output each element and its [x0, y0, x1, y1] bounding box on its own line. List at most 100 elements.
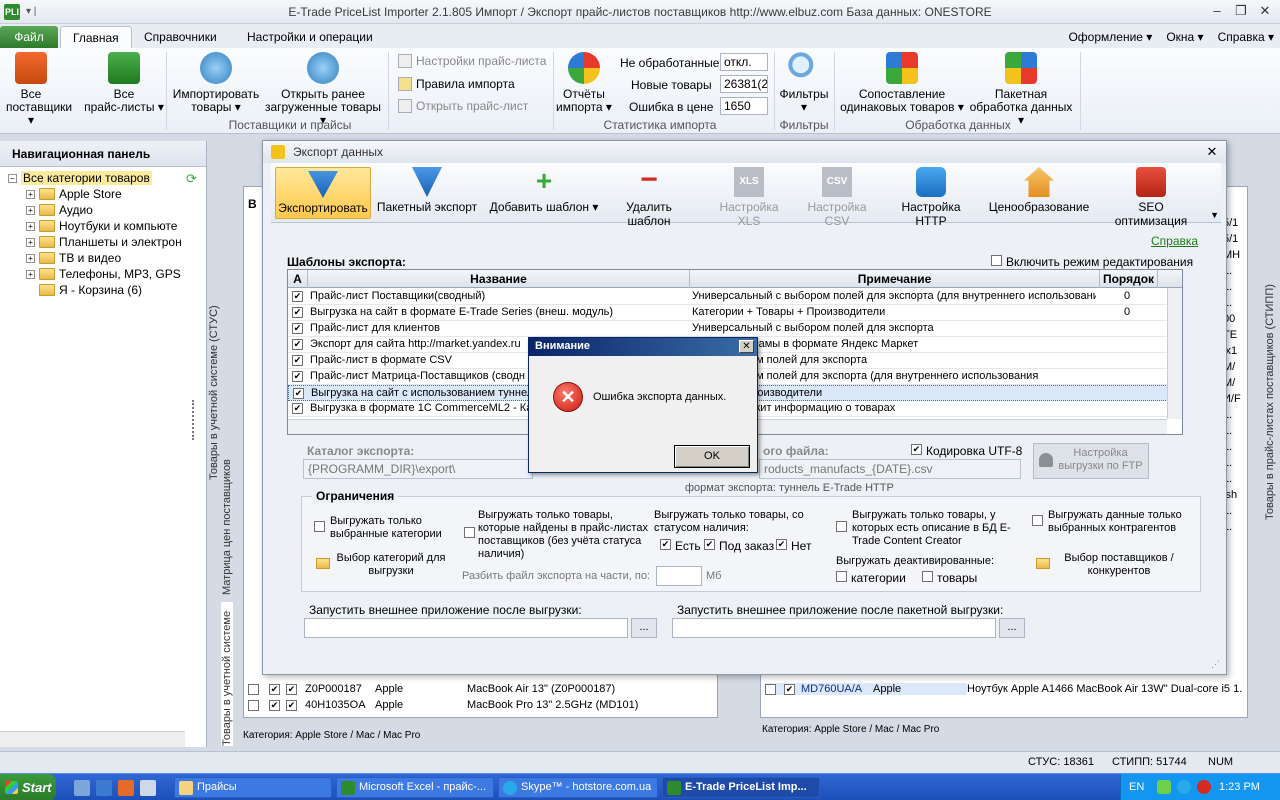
template-row[interactable]: ✔ Прайс-лист для клиентов Универсальный с … [288, 321, 1168, 337]
csv-settings-button[interactable]: CSV Настройка CSV [795, 167, 879, 228]
split-size-input[interactable] [656, 566, 702, 586]
language-indicator[interactable]: EN [1129, 781, 1144, 793]
strip-stipp[interactable]: Товары в прайс-листах поставщиков (СТИПП… [1264, 280, 1276, 520]
quicklaunch-icon[interactable] [140, 780, 156, 796]
template-active-checkbox[interactable]: ✔ [292, 355, 303, 366]
all-pricelists-button[interactable]: Все прайс-листы ▾ [84, 52, 164, 114]
template-active-checkbox[interactable]: ✔ [292, 291, 303, 302]
pricelist-settings-button[interactable]: Настройки прайс-листа [398, 54, 546, 68]
deact-categories-checkbox[interactable] [836, 571, 847, 582]
tree-item-audio[interactable]: + Аудио [26, 203, 93, 217]
utf8-toggle[interactable]: ✔ Кодировка UTF-8 [911, 444, 1022, 458]
status-yes-checkbox[interactable]: ✔ [660, 539, 671, 550]
status-order-checkbox[interactable]: ✔ [704, 539, 715, 550]
batch-processing-button[interactable]: Пакетная обработка данных ▾ [966, 52, 1076, 127]
tree-item-basket[interactable]: Я - Корзина (6) [39, 283, 142, 297]
table-row[interactable]: ✔ ✔ 40H1035OA Apple MacBook Pro 13" 2.5G… [248, 699, 638, 711]
strip-price-matrix[interactable]: Матрица цен поставщиков [221, 455, 233, 595]
template-row[interactable]: ✔ Выгрузка на сайт в формате E-Trade Seri… [288, 305, 1168, 321]
nav-horizontal-scrollbar[interactable] [0, 731, 185, 747]
help-link[interactable]: Справка [1151, 234, 1198, 248]
import-goods-button[interactable]: Импортировать товары ▾ [170, 52, 262, 114]
template-active-checkbox[interactable]: ✔ [292, 339, 303, 350]
minimize-button[interactable]: – [1206, 2, 1228, 20]
col-header-order[interactable]: Порядок [1100, 270, 1158, 288]
resize-grip-icon[interactable]: ⋰ [1211, 659, 1220, 670]
row-checkbox[interactable]: ✔ [269, 699, 280, 711]
import-rules-button[interactable]: Правила импорта [398, 77, 515, 91]
folder-add-icon[interactable] [1036, 558, 1050, 569]
run-after-batch-input[interactable] [672, 618, 996, 638]
filename-field[interactable]: roducts_manufacts_{DATE}.csv [759, 459, 1021, 479]
help-menu[interactable]: Справка ▾ [1218, 30, 1274, 44]
select-suppliers-button[interactable]: Выбор поставщиков / конкурентов [1056, 552, 1182, 578]
edit-mode-checkbox[interactable] [991, 255, 1002, 266]
template-active-checkbox[interactable]: ✔ [292, 307, 303, 318]
window-menu[interactable]: Окна ▾ [1166, 30, 1203, 44]
refresh-icon[interactable]: ⟳ [186, 171, 202, 186]
task-etrade[interactable]: E-Trade PriceList Imp... [662, 777, 820, 798]
open-loaded-goods-button[interactable]: Открыть ранее загруженные товары ▾ [262, 52, 384, 127]
tab-settings[interactable]: Настройки и операции [235, 26, 385, 48]
splitter-handle[interactable] [192, 400, 196, 440]
tab-file[interactable]: Файл [0, 26, 58, 48]
filters-button[interactable]: Фильтры ▾ [778, 52, 830, 114]
alert-close-button[interactable]: ✕ [739, 340, 754, 353]
tab-main[interactable]: Главная [60, 26, 132, 48]
toolbar-scroll-arrow[interactable]: ▼ [1210, 210, 1219, 220]
tree-item-notebooks[interactable]: + Ноутбуки и компьюте [26, 219, 177, 233]
matching-button[interactable]: Сопоставление одинаковых товаров ▾ [840, 52, 964, 114]
style-menu[interactable]: Оформление ▾ [1068, 30, 1152, 44]
collapse-icon[interactable]: − [8, 173, 17, 183]
tab-references[interactable]: Справочники [132, 26, 229, 48]
template-active-checkbox[interactable]: ✔ [293, 388, 304, 399]
tray-alert-icon[interactable] [1197, 780, 1211, 794]
run-after-input[interactable] [304, 618, 628, 638]
strip-stus-tab[interactable]: Товары в учетной системе [221, 602, 233, 746]
table-row[interactable]: ✔ MD760UA/A Apple Ноутбук Apple A1466 Ma… [765, 683, 1243, 695]
status-order-toggle[interactable]: ✔ Под заказ [704, 539, 774, 553]
col-header-note[interactable]: Примечание [690, 270, 1100, 288]
maximize-button[interactable]: ❐ [1230, 2, 1252, 20]
seo-button[interactable]: SEO оптимизация [1101, 167, 1201, 228]
template-active-checkbox[interactable]: ✔ [292, 403, 303, 414]
templates-vertical-scrollbar[interactable] [1167, 288, 1182, 419]
with-desc-checkbox[interactable] [836, 521, 847, 532]
only-found-checkbox[interactable] [464, 527, 475, 538]
http-settings-button[interactable]: Настройка HTTP [885, 167, 977, 228]
only-categories-checkbox[interactable] [314, 521, 325, 532]
status-no-toggle[interactable]: ✔ Нет [776, 539, 811, 553]
start-button[interactable]: Start [0, 774, 56, 800]
quicklaunch-icon[interactable] [118, 780, 134, 796]
tree-item-tablets[interactable]: + Планшеты и электрон [26, 235, 182, 249]
row-checkbox[interactable] [248, 699, 259, 711]
deact-goods-toggle[interactable]: товары [922, 571, 977, 585]
col-header-name[interactable]: Название [308, 270, 690, 288]
tray-app-icon[interactable] [1157, 780, 1171, 794]
ok-button[interactable]: OK [674, 445, 750, 468]
open-pricelist-button[interactable]: Открыть прайс-лист [398, 99, 528, 113]
export-button[interactable]: Экспортировать [275, 167, 371, 219]
dialog-close-button[interactable]: ✕ [1204, 144, 1220, 160]
xls-settings-button[interactable]: XLS Настройка XLS [707, 167, 791, 228]
only-counterparties-checkbox[interactable] [1032, 515, 1043, 526]
row-checkbox[interactable]: ✔ [269, 683, 280, 695]
tree-item-phones[interactable]: + Телефоны, MP3, GPS [26, 267, 181, 281]
import-reports-button[interactable]: Отчёты импорта ▾ [556, 52, 612, 114]
edit-mode-toggle[interactable]: Включить режим редактирования [991, 255, 1193, 269]
quicklaunch-icon[interactable] [74, 780, 90, 796]
utf8-checkbox[interactable]: ✔ [911, 444, 922, 455]
template-active-checkbox[interactable]: ✔ [292, 371, 303, 382]
task-excel[interactable]: Microsoft Excel - прайс-... [336, 777, 494, 798]
strip-stus[interactable]: Товары в учетной системе (СТУС) [208, 290, 220, 480]
run-after-batch-browse-button[interactable]: ... [999, 618, 1025, 638]
deact-categories-toggle[interactable]: категории [836, 571, 906, 585]
add-template-button[interactable]: + Добавить шаблон ▾ [489, 167, 599, 219]
row-checkbox[interactable] [248, 683, 259, 695]
deact-goods-checkbox[interactable] [922, 571, 933, 582]
template-active-checkbox[interactable]: ✔ [292, 323, 303, 334]
status-yes-toggle[interactable]: ✔ Есть [660, 539, 701, 553]
tree-root[interactable]: − Все категории товаров [8, 171, 152, 185]
tree-item-tv-video[interactable]: + ТВ и видео [26, 251, 121, 265]
delete-template-button[interactable]: − Удалить шаблон [603, 165, 695, 229]
